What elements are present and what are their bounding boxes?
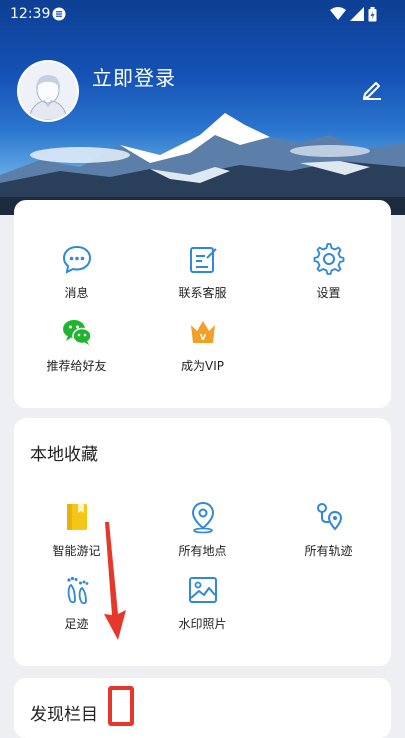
gear-icon — [313, 243, 344, 275]
contact-service-icon — [189, 247, 217, 273]
become-vip-label: 成为VIP — [181, 359, 224, 373]
avatar-illustration — [19, 62, 77, 120]
battery-icon — [368, 7, 377, 22]
all-tracks-button[interactable]: 所有轨迹 — [266, 500, 391, 559]
all-tracks-label: 所有轨迹 — [304, 544, 353, 558]
watermark-photo-label: 水印照片 — [178, 617, 227, 631]
recommend-friend-label: 推荐给好友 — [46, 359, 107, 373]
annotation-highlight-box — [108, 686, 134, 726]
annotation-arrow — [104, 522, 126, 640]
become-vip-button[interactable]: V 成为VIP — [140, 315, 265, 374]
svg-text:V: V — [199, 333, 206, 342]
message-icon — [62, 245, 91, 274]
track-route-icon — [316, 503, 342, 531]
watermark-photo-button[interactable]: 水印照片 — [140, 573, 265, 632]
wifi-icon — [330, 7, 346, 20]
messages-button[interactable]: 消息 — [14, 242, 139, 301]
footprint-icon — [66, 576, 88, 605]
notification-icon — [52, 7, 66, 21]
travel-note-icon — [66, 504, 87, 530]
status-bar: 12:39 — [0, 0, 405, 28]
vip-crown-icon: V — [190, 321, 215, 343]
login-button[interactable]: 立即登录 — [92, 62, 176, 91]
messages-label: 消息 — [64, 286, 89, 300]
local-collection-card: 本地收藏 智能游记 所有地点 所有轨迹 足迹 水印照片 — [14, 418, 391, 666]
discover-title: 发现栏目 — [30, 705, 98, 725]
location-pin-icon — [191, 501, 214, 534]
edit-icon[interactable] — [361, 78, 383, 100]
all-locations-label: 所有地点 — [178, 544, 227, 558]
contact-service-label: 联系客服 — [178, 286, 227, 300]
quick-menu-card: 消息 联系客服 设置 推荐给好友 V 成为VIP — [14, 200, 391, 408]
mountain-banner-image — [0, 113, 405, 215]
wechat-icon — [62, 320, 92, 345]
discover-card: 发现栏目 — [14, 678, 391, 738]
contact-service-button[interactable]: 联系客服 — [140, 242, 265, 301]
settings-label: 设置 — [316, 286, 341, 300]
watermark-photo-icon — [188, 577, 217, 603]
avatar[interactable] — [17, 60, 79, 122]
status-time: 12:39 — [10, 6, 51, 22]
profile-header: 12:39 立即登录 — [0, 0, 405, 215]
all-locations-button[interactable]: 所有地点 — [140, 500, 265, 559]
signal-icon — [350, 7, 364, 21]
recommend-friend-button[interactable]: 推荐给好友 — [14, 315, 139, 374]
local-collection-title: 本地收藏 — [30, 445, 98, 465]
settings-button[interactable]: 设置 — [266, 242, 391, 301]
